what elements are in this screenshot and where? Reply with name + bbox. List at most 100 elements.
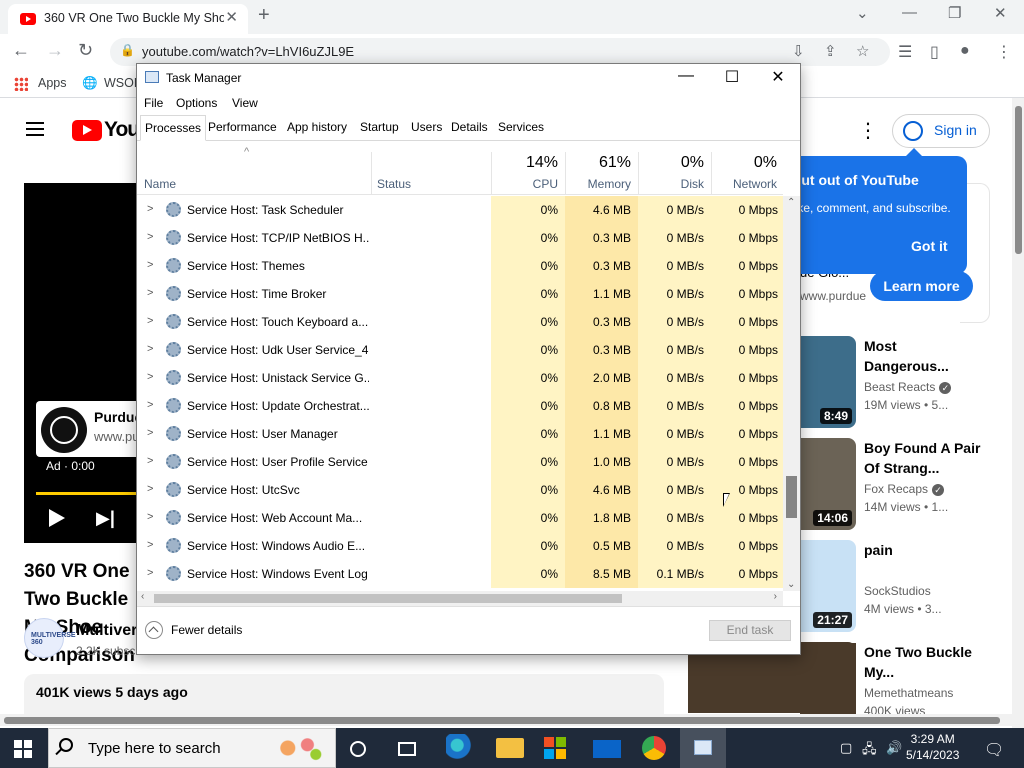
channel-avatar[interactable]: MULTIVERSE 360 (24, 618, 76, 658)
page-vertical-scrollbar[interactable] (1012, 98, 1024, 728)
minimize-icon[interactable]: — (663, 67, 709, 85)
tab-processes[interactable]: Processes (140, 115, 207, 141)
expand-chevron-icon[interactable]: > (147, 399, 153, 411)
description-box[interactable]: 401K views 5 days ago (24, 674, 664, 714)
got-it-button[interactable]: Got it (911, 238, 948, 254)
task-manager-titlebar[interactable]: Task Manager — ☐ ✕ (137, 64, 800, 92)
forward-icon[interactable]: → (46, 40, 64, 61)
process-row[interactable]: > Service Host: User Profile Service 0% 1.0… (137, 448, 783, 476)
expand-chevron-icon[interactable]: > (147, 203, 153, 215)
recommended-video[interactable]: 21:27 pain SockStudios 4M views • 3... (800, 540, 1000, 636)
video-thumbnail[interactable]: 14:06 (800, 438, 856, 530)
tray-overflow-icon[interactable]: ▢ (840, 740, 852, 756)
reload-icon[interactable]: ↻ (78, 40, 93, 61)
file-explorer-icon[interactable] (496, 738, 524, 758)
expand-chevron-icon[interactable]: > (147, 371, 153, 383)
restore-icon[interactable]: ❐ (948, 4, 961, 22)
expand-chevron-icon[interactable]: > (147, 259, 153, 271)
scrollbar-thumb[interactable] (1015, 106, 1022, 254)
process-row[interactable]: > Service Host: Update Orchestrat... 0% 0.8… (137, 392, 783, 420)
process-list-vertical-scrollbar[interactable]: ⌃ ⌄ (783, 196, 800, 591)
share-icon[interactable]: ⇪ (824, 42, 837, 60)
apps-grid-icon[interactable] (14, 77, 28, 91)
expand-chevron-icon[interactable]: > (147, 231, 153, 243)
video-thumbnail[interactable]: 8:49 (800, 336, 856, 428)
tab-services[interactable]: Services (498, 120, 544, 134)
side-panel-icon[interactable]: ▯ (930, 42, 939, 62)
process-row[interactable]: > Service Host: Touch Keyboard a... 0% 0.3 … (137, 308, 783, 336)
tab-startup[interactable]: Startup (360, 120, 399, 134)
taskbar-search[interactable]: Type here to search (48, 728, 336, 768)
profile-icon[interactable]: ● (960, 42, 970, 60)
chrome-menu-icon[interactable]: ⋮ (996, 42, 1012, 62)
network-icon[interactable]: 🖧 (862, 740, 877, 762)
scroll-right-icon[interactable]: › (774, 591, 777, 602)
menu-options[interactable]: Options (176, 96, 217, 110)
tab-users[interactable]: Users (411, 120, 442, 134)
chevron-up-icon[interactable] (145, 621, 163, 639)
maximize-icon[interactable]: ☐ (709, 67, 755, 87)
process-row[interactable]: > Service Host: TCP/IP NetBIOS H... 0% 0.3 … (137, 224, 783, 252)
column-cpu[interactable]: CPU (488, 177, 558, 191)
bookmark-apps[interactable]: Apps (38, 76, 67, 90)
process-row[interactable]: > Service Host: Themes 0% 0.3 MB 0 MB/s 0 Mbp… (137, 252, 783, 280)
column-memory[interactable]: Memory (561, 177, 631, 191)
scroll-left-icon[interactable]: ‹ (141, 591, 144, 602)
fewer-details-link[interactable]: Fewer details (171, 623, 242, 637)
hamburger-menu-icon[interactable] (26, 122, 44, 136)
process-row[interactable]: > Service Host: Windows Event Log 0% 8.5 MB… (137, 560, 783, 588)
lock-icon[interactable]: 🔒 (120, 43, 135, 57)
expand-chevron-icon[interactable]: > (147, 343, 153, 355)
tab-close-icon[interactable]: ✕ (225, 8, 238, 26)
windows-start-icon[interactable] (14, 740, 32, 758)
column-status[interactable]: Status (377, 177, 411, 191)
video-title-link[interactable]: Most Dangerous... (864, 336, 984, 376)
bookmark-star-icon[interactable]: ☆ (856, 42, 869, 60)
store-icon[interactable] (544, 737, 566, 759)
process-row[interactable]: > Service Host: Task Scheduler 0% 4.6 MB 0 M… (137, 196, 783, 224)
process-row[interactable]: > Service Host: Windows Audio E... 0% 0.5 M… (137, 532, 783, 560)
recommended-video[interactable]: One Two Buckle My... Memethatmeans 400K … (800, 642, 1000, 714)
video-thumbnail[interactable] (800, 642, 856, 714)
expand-chevron-icon[interactable]: > (147, 483, 153, 495)
expand-chevron-icon[interactable]: > (147, 567, 153, 579)
channel-name[interactable]: Multiverse (76, 622, 136, 640)
column-divider[interactable] (371, 152, 372, 194)
next-icon[interactable]: ▶| (96, 508, 115, 529)
scrollbar-thumb[interactable] (786, 476, 797, 518)
new-tab-icon[interactable]: + (258, 4, 270, 27)
column-network[interactable]: Network (707, 177, 777, 191)
expand-chevron-icon[interactable]: > (147, 287, 153, 299)
install-icon[interactable]: ⇩ (792, 42, 805, 60)
notifications-icon[interactable]: 🗨 (984, 740, 1004, 760)
play-icon[interactable] (49, 509, 65, 527)
address-bar[interactable]: 🔒 youtube.com/watch?v=LhVI6uZJL9E ⇩ ⇪ ☆ (110, 38, 890, 66)
scroll-down-icon[interactable]: ⌄ (787, 579, 795, 590)
browser-tab[interactable]: 360 VR One Two Buckle My Shoe ✕ (8, 4, 248, 34)
back-icon[interactable]: ← (12, 40, 30, 61)
url-text[interactable]: youtube.com/watch?v=LhVI6uZJL9E (142, 44, 354, 59)
chrome-icon[interactable] (642, 736, 666, 760)
expand-chevron-icon[interactable]: > (147, 315, 153, 327)
video-title-link[interactable]: Boy Found A Pair Of Strang... (864, 438, 984, 478)
cortana-icon[interactable] (350, 741, 366, 757)
close-icon[interactable]: ✕ (755, 67, 801, 87)
expand-chevron-icon[interactable]: > (147, 539, 153, 551)
video-thumbnail[interactable]: 21:27 (800, 540, 856, 632)
learn-more-button[interactable]: Learn more (870, 271, 973, 301)
volume-icon[interactable]: 🔊 (886, 740, 902, 756)
edge-icon[interactable] (446, 734, 474, 762)
process-row[interactable]: > Service Host: Udk User Service_4... 0% 0.… (137, 336, 783, 364)
scrollbar-thumb[interactable] (4, 717, 1000, 724)
tab-search-icon[interactable]: ⌄ (856, 4, 869, 22)
scroll-up-icon[interactable]: ⌃ (787, 197, 795, 208)
process-row[interactable]: > Service Host: Time Broker 0% 1.1 MB 0 MB/s… (137, 280, 783, 308)
taskbar-clock[interactable]: 3:29 AM 5/14/2023 (906, 731, 959, 763)
minimize-icon[interactable]: — (902, 4, 917, 21)
process-row[interactable]: > Service Host: Web Account Ma... 0% 1.8 MB… (137, 504, 783, 532)
tab-details[interactable]: Details (451, 120, 488, 134)
task-view-icon[interactable] (398, 742, 416, 756)
scrollbar-thumb[interactable] (154, 594, 622, 603)
process-list-horizontal-scrollbar[interactable]: ‹ › (137, 591, 783, 606)
video-title-link[interactable]: pain (864, 540, 984, 560)
